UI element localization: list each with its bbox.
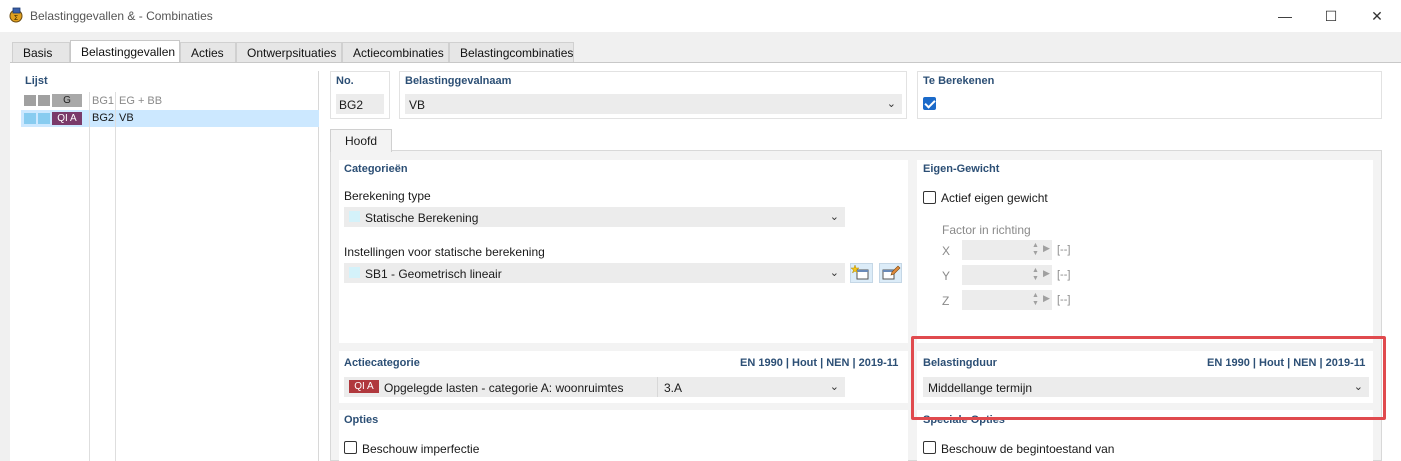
factor-x-input[interactable]: ▲ ▼ ▶ (962, 240, 1052, 260)
arrow-right-icon: ▶ (1043, 293, 1050, 303)
list-item-name: VB (119, 112, 134, 124)
list-item-name: EG + BB (119, 95, 163, 107)
spin-down-icon: ▼ (1032, 275, 1039, 282)
unit-z: [--] (1057, 294, 1071, 306)
number-label: No. (336, 75, 354, 87)
tab-acties[interactable]: Acties (180, 42, 236, 63)
list-item-number: BG1 (92, 95, 115, 107)
list-panel (21, 71, 319, 461)
arrow-right-icon: ▶ (1043, 243, 1050, 253)
tab-hoofd[interactable]: Hoofd (330, 129, 392, 152)
color-swatch-icon (38, 95, 50, 106)
initial-state-label: Beschouw de begintoestand van (941, 442, 1115, 456)
unit-y: [--] (1057, 269, 1071, 281)
action-category-code: 3.A (664, 381, 683, 395)
spin-down-icon: ▼ (1032, 250, 1039, 257)
list-item-number: BG2 (92, 112, 115, 124)
options-header: Opties (344, 414, 379, 426)
axis-z-label: Z (942, 294, 950, 308)
settings-dropdown[interactable]: SB1 - Geometrisch lineair ⌄ (344, 263, 845, 283)
color-swatch-icon (38, 113, 50, 124)
calc-type-value: Statische Berekening (365, 211, 479, 225)
field-divider (657, 377, 658, 397)
app-icon: Σ (8, 7, 24, 23)
arrow-right-icon: ▶ (1043, 268, 1050, 278)
self-weight-checkbox[interactable] (923, 191, 936, 204)
categories-header: Categorieën (344, 163, 408, 175)
unit-x: [--] (1057, 244, 1071, 256)
action-category-value: Opgelegde lasten - categorie A: woonruim… (384, 381, 624, 395)
factor-y-input[interactable]: ▲ ▼ ▶ (962, 265, 1052, 285)
action-category-dropdown[interactable]: QI A Opgelegde lasten - categorie A: woo… (344, 377, 845, 397)
list-column-divider (89, 92, 90, 461)
tab-actiecombinaties[interactable]: Actiecombinaties (342, 42, 449, 63)
svg-text:Σ: Σ (14, 14, 18, 22)
imperfection-checkbox[interactable] (344, 441, 357, 454)
calc-type-label: Berekening type (344, 189, 431, 203)
maximize-button[interactable]: ☐ (1308, 0, 1354, 32)
tab-belastinggevallen[interactable]: Belastinggevallen (70, 40, 180, 64)
imperfection-label: Beschouw imperfectie (362, 442, 480, 456)
spin-up-icon: ▲ (1032, 292, 1039, 299)
factor-z-input[interactable]: ▲ ▼ ▶ (962, 290, 1052, 310)
load-case-name-dropdown[interactable]: VB ⌄ (405, 94, 902, 114)
calc-label: Te Berekenen (923, 75, 995, 87)
self-weight-label: Actief eigen gewicht (941, 191, 1048, 205)
self-weight-header: Eigen-Gewicht (923, 163, 1000, 175)
highlight-frame (911, 336, 1386, 420)
axis-y-label: Y (942, 269, 951, 283)
chevron-down-icon: ⌄ (829, 211, 839, 223)
name-label: Belastinggevalnaam (405, 75, 512, 87)
settings-value: SB1 - Geometrisch lineair (365, 267, 502, 281)
list-item[interactable]: QI A BG2 VB (21, 110, 319, 127)
action-category-header: Actiecategorie (344, 357, 420, 369)
color-swatch-icon (349, 267, 360, 278)
tab-belastingcombinaties[interactable]: Belastingcombinaties (449, 42, 574, 63)
number-value: BG2 (339, 98, 364, 112)
tab-strip: Basis Belastinggevallen Acties Ontwerpsi… (0, 32, 1401, 64)
factor-label: Factor in richting (942, 223, 1031, 237)
category-badge: QI A (349, 380, 379, 393)
color-swatch-icon (24, 95, 36, 106)
chevron-down-icon: ⌄ (829, 381, 839, 393)
spin-up-icon: ▲ (1032, 242, 1039, 249)
calculate-checkbox[interactable] (923, 97, 936, 110)
close-button[interactable]: ✕ (1354, 0, 1400, 32)
category-badge: G (52, 94, 82, 107)
window-title: Belastinggevallen & - Combinaties (30, 9, 213, 23)
chevron-down-icon: ⌄ (886, 98, 896, 110)
minimize-button[interactable]: — (1262, 0, 1308, 32)
load-case-name-value: VB (409, 98, 426, 112)
new-icon (850, 264, 869, 280)
initial-state-checkbox[interactable] (923, 441, 936, 454)
list-header: Lijst (25, 75, 48, 87)
spin-down-icon: ▼ (1032, 300, 1039, 307)
chevron-down-icon: ⌄ (829, 267, 839, 279)
action-category-norm: EN 1990 | Hout | NEN | 2019-11 (740, 357, 899, 369)
list-column-divider (115, 92, 116, 461)
settings-label: Instellingen voor statische berekening (344, 245, 545, 259)
color-swatch-icon (24, 113, 36, 124)
calc-type-dropdown[interactable]: Statische Berekening ⌄ (344, 207, 845, 227)
spin-up-icon: ▲ (1032, 267, 1039, 274)
list-item[interactable]: G BG1 EG + BB (21, 93, 319, 109)
number-field[interactable]: BG2 (336, 94, 384, 114)
color-swatch-icon (349, 211, 360, 222)
axis-x-label: X (942, 244, 951, 258)
tab-basis[interactable]: Basis (12, 42, 70, 63)
new-settings-button[interactable] (850, 263, 873, 283)
edit-icon (882, 265, 901, 280)
tab-ontwerpsituaties[interactable]: Ontwerpsituaties (236, 42, 342, 63)
edit-settings-button[interactable] (879, 263, 902, 283)
left-margin (0, 62, 10, 461)
category-badge: QI A (52, 112, 82, 125)
